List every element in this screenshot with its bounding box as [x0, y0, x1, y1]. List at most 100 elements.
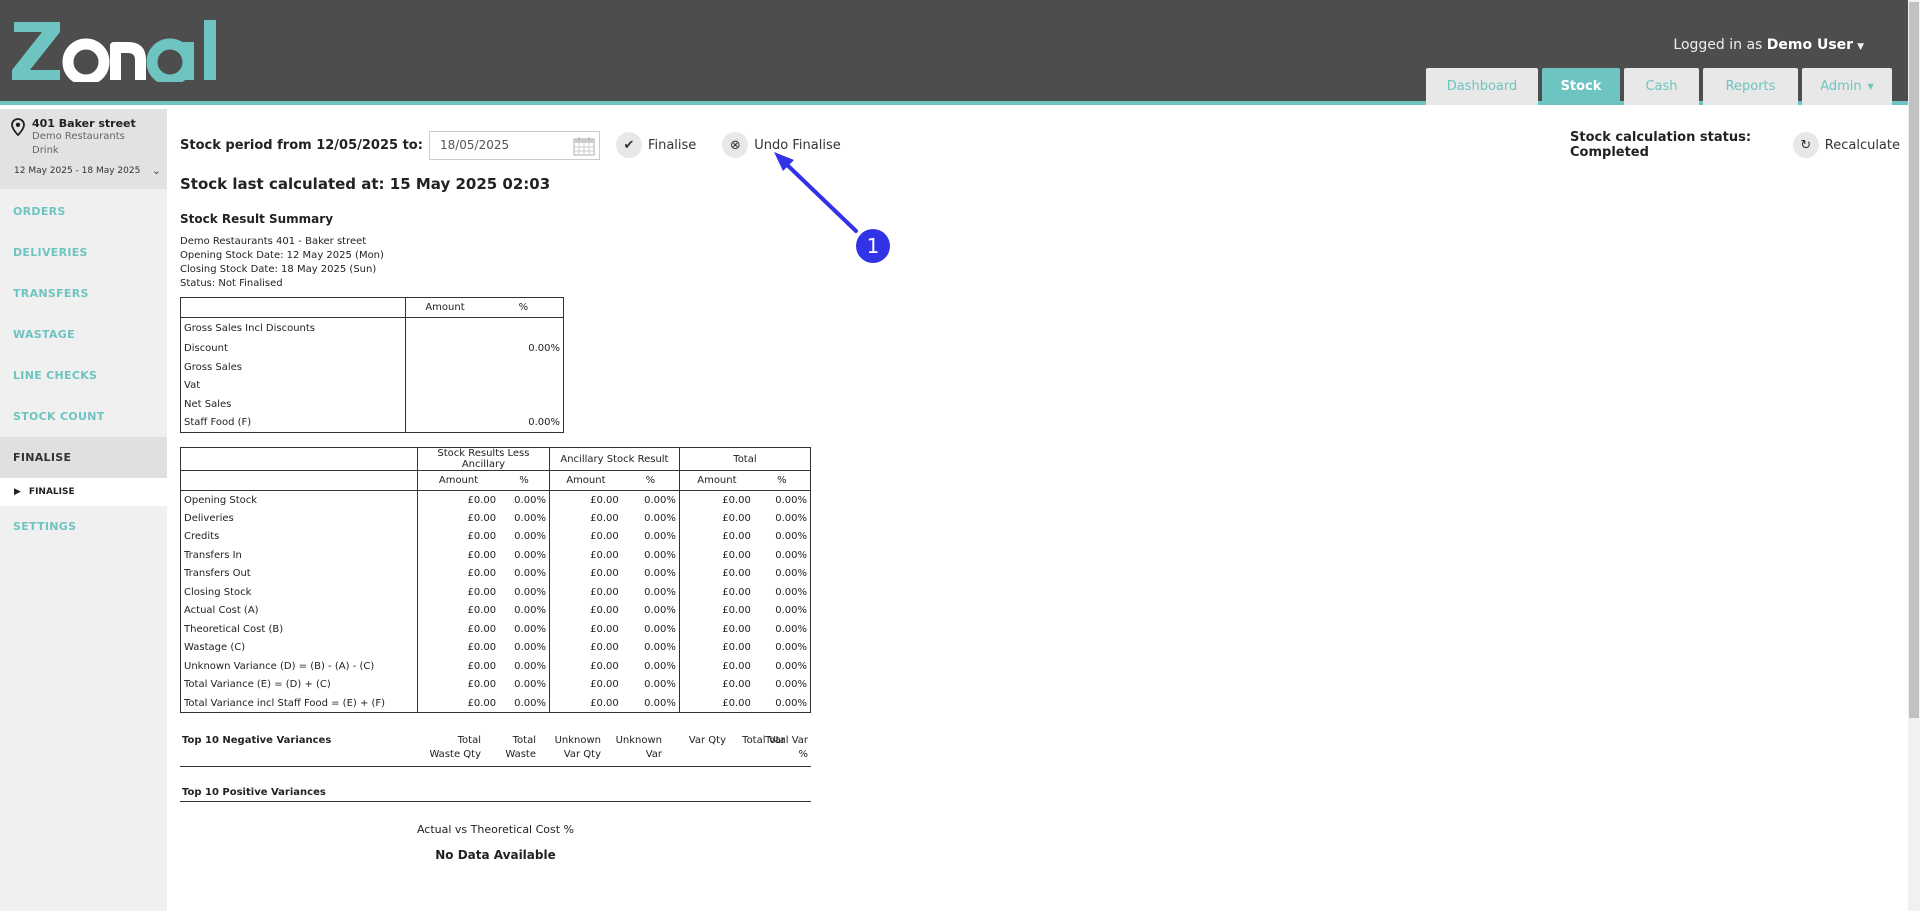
scrollbar-thumb[interactable]	[1909, 2, 1919, 718]
sidebar-item-settings[interactable]: SETTINGS	[0, 506, 167, 547]
table-row: Unknown Variance (D) = (B) - (A) - (C) £0…	[181, 657, 811, 676]
zonal-logo[interactable]	[12, 20, 218, 82]
percent-cell: 0.00%	[514, 642, 546, 654]
column-header-line: Var Qty	[688, 735, 726, 746]
header-cell: Stock Results Less Ancillary	[416, 447, 550, 471]
header-cell: Amount	[416, 470, 500, 491]
percent-cell: 0.00%	[775, 531, 807, 543]
recalculate-label: Recalculate	[1824, 137, 1900, 153]
stock-results-table: Stock Results Less Ancillary Ancillary S…	[180, 447, 811, 713]
summary-info: Demo Restaurants 401 - Baker street Open…	[180, 235, 384, 291]
recalculate-button[interactable]: ↻ Recalculate	[1792, 132, 1900, 158]
sidebar-item-label: ORDERS	[13, 205, 66, 218]
sidebar-item-stock-count[interactable]: STOCK COUNT	[0, 396, 167, 437]
sidebar-item-deliveries[interactable]: DELIVERIES	[0, 232, 167, 273]
percent-cell: 0.00%	[644, 568, 676, 580]
calendar-icon[interactable]	[573, 136, 595, 156]
sidebar-item-finalise[interactable]: FINALISE	[0, 437, 167, 478]
sidebar-item-orders[interactable]: ORDERS	[0, 191, 167, 232]
row-label: Gross Sales	[184, 361, 242, 373]
main-tabs: Dashboard Stock Cash Reports Admin ▼	[1426, 68, 1892, 105]
table-row: Discount 0.00%	[181, 339, 564, 358]
tab-admin[interactable]: Admin ▼	[1802, 68, 1892, 105]
sidebar-item-label: TRANSFERS	[13, 287, 89, 300]
tab-cash[interactable]: Cash	[1624, 68, 1699, 105]
period-end-date-input[interactable]: 18/05/2025	[428, 130, 600, 160]
caret-right-icon: ▶	[14, 487, 21, 497]
percent-cell: 0.00%	[644, 494, 676, 506]
header-cell: Ancillary Stock Result	[548, 447, 680, 471]
column-header-line: Total	[457, 735, 481, 746]
finalise-button[interactable]: ✔ Finalise	[615, 132, 696, 158]
page-scrollbar[interactable]	[1908, 0, 1920, 911]
summary-line: Opening Stock Date: 12 May 2025 (Mon)	[180, 250, 384, 261]
column-header: Total Var%	[754, 734, 808, 762]
table-header-row: Amount % Amount % Amount %	[180, 470, 811, 491]
header-cell: Total	[678, 447, 811, 471]
percent-cell: 0.00%	[644, 531, 676, 543]
percent-cell: 0.00%	[775, 549, 807, 561]
row-label: Opening Stock	[184, 494, 258, 506]
column-header: Total Waste	[486, 734, 536, 762]
row-label: Staff Food (F)	[184, 417, 252, 428]
percent-cell	[484, 395, 564, 414]
sidebar-nav: ORDERS DELIVERIES TRANSFERS WASTAGE LINE…	[0, 191, 167, 547]
chevron-down-icon[interactable]: ⌄	[152, 164, 161, 177]
table-row: Transfers Out £0.00 0.00% £0.00 0.00% £0.00 0.…	[181, 564, 811, 583]
table-row: Net Sales	[181, 395, 564, 414]
percent-cell: 0.00%	[514, 660, 546, 672]
percent-cell: 0.00%	[775, 623, 807, 635]
amount-cell: £0.00	[548, 490, 622, 509]
amount-cell: £0.00	[678, 583, 754, 602]
sidebar: 401 Baker street Demo Restaurants Drink …	[0, 109, 167, 911]
sidebar-item-wastage[interactable]: WASTAGE	[0, 314, 167, 355]
tab-stock[interactable]: Stock	[1542, 68, 1620, 105]
row-label: Net Sales	[184, 398, 232, 410]
positive-variances-title: Top 10 Positive Variances	[182, 787, 326, 798]
table-row: Credits £0.00 0.00% £0.00 0.00% £0.00 0.00%	[181, 527, 811, 546]
header-cell: Amount	[548, 470, 622, 491]
amount-cell: £0.00	[548, 527, 622, 546]
percent-cell: 0.00%	[514, 512, 546, 524]
app-header: Logged in as Demo User ▼ Dashboard Stock …	[0, 0, 1920, 105]
date-range: 12 May 2025 - 18 May 2025	[14, 166, 141, 176]
negative-variances-title: Top 10 Negative Variances	[182, 735, 332, 746]
amount-cell: £0.00	[678, 490, 754, 509]
undo-finalise-button[interactable]: ⊗ Undo Finalise	[722, 132, 841, 158]
row-label: Deliveries	[184, 512, 234, 524]
header-cell	[180, 447, 418, 471]
amount-cell: £0.00	[416, 509, 500, 528]
percent-cell: 0.00%	[775, 660, 807, 672]
percent-cell: 0.00%	[644, 605, 676, 617]
percent-cell: 0.00%	[644, 697, 676, 709]
column-header-line: %	[798, 749, 808, 760]
negative-variances-header: Top 10 Negative Variances Total Waste Qty…	[180, 726, 811, 767]
sidebar-subitem-finalise[interactable]: ▶ FINALISE	[0, 478, 167, 506]
location-selector[interactable]: 401 Baker street Demo Restaurants Drink …	[0, 109, 167, 189]
stock-period-toolbar: Stock period from 12/05/2025 to: 18/05/2…	[180, 130, 841, 160]
percent-cell: 0.00%	[775, 512, 807, 524]
summary-line: Status: Not Finalised	[180, 278, 283, 289]
percent-cell: 0.00%	[514, 697, 546, 709]
column-header: Var Qty	[670, 734, 726, 748]
row-label: Vat	[184, 380, 201, 392]
table-row: Gross Sales Incl Discounts	[181, 317, 564, 340]
login-status[interactable]: Logged in as Demo User ▼	[1673, 37, 1864, 53]
percent-cell: 0.00%	[775, 697, 807, 709]
amount-cell: £0.00	[416, 601, 500, 620]
column-header-line: Waste	[505, 749, 536, 760]
sidebar-item-transfers[interactable]: TRANSFERS	[0, 273, 167, 314]
table-row: Closing Stock £0.00 0.00% £0.00 0.00% £0.00 0.…	[181, 583, 811, 602]
sidebar-item-line-checks[interactable]: LINE CHECKS	[0, 355, 167, 396]
calculation-status: Stock calculation status: Completed ↻ Re…	[1570, 130, 1900, 160]
table-row: Opening Stock £0.00 0.00% £0.00 0.00% £0.00 0.…	[181, 490, 811, 509]
header-cell: Amount	[405, 297, 484, 318]
percent-cell: 0.00%	[775, 586, 807, 598]
amount-cell: £0.00	[548, 509, 622, 528]
amount-cell: £0.00	[678, 675, 754, 694]
tab-dashboard[interactable]: Dashboard	[1426, 68, 1538, 105]
amount-cell: £0.00	[678, 527, 754, 546]
header-cell	[180, 297, 406, 318]
tab-reports[interactable]: Reports	[1703, 68, 1798, 105]
tab-label: Stock	[1560, 79, 1602, 94]
